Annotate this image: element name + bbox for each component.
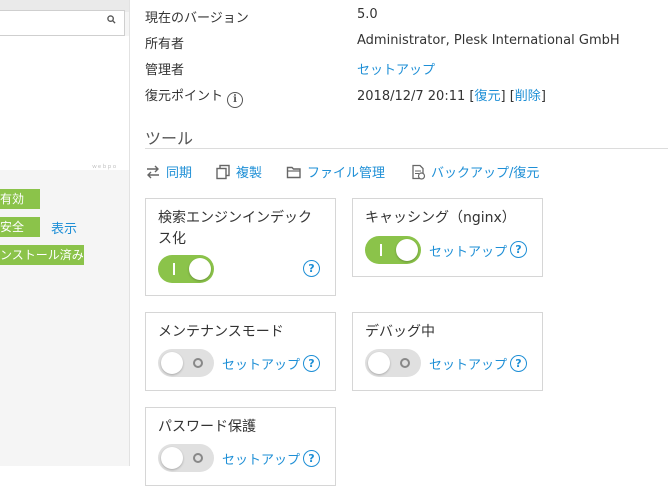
toggle-knob [368,352,390,374]
search-icon[interactable] [107,15,116,27]
indexing-toggle[interactable] [158,255,214,283]
password-toggle[interactable] [158,444,214,472]
left-content-area [0,36,129,170]
backup-restore-button[interactable]: バックアップ/復元 [410,162,539,181]
folder-icon [286,164,302,180]
file-manager-button[interactable]: ファイル管理 [286,162,385,181]
toggle-on-mark [380,244,382,256]
restore-point-row: 復元ポイント i [145,85,244,108]
show-link[interactable]: 表示 [51,218,77,237]
backup-icon [410,164,426,180]
bracket-close: ] [540,89,546,104]
help-icon[interactable]: ? [510,355,527,372]
toggle-off-mark [193,358,203,368]
admin-label: 管理者 [145,63,185,78]
card-search-indexing: 検索エンジンインデックス化 ? [145,198,336,296]
delete-link[interactable]: 削除 [515,89,541,104]
admin-setup-link[interactable]: セットアップ [357,59,435,78]
card-password-protection: パスワード保護 セットアップ ? [145,407,336,486]
card-title: キャッシング（nginx） [365,210,516,226]
caching-setup-link[interactable]: セットアップ [429,241,507,260]
help-icon[interactable]: ? [303,260,320,277]
version-label: 現在のバージョン [145,11,249,26]
file-manager-label: ファイル管理 [307,166,386,181]
status-badge-secure: 安全 [0,217,40,237]
restore-date: 2018/12/7 20:11 [357,89,466,104]
sync-button[interactable]: 同期 [145,162,192,181]
toggle-off-mark [193,453,203,463]
card-caching: キャッシング（nginx） セットアップ ? [352,198,543,277]
toggle-knob [161,352,183,374]
maintenance-toggle[interactable] [158,349,214,377]
card-title: デバッグ中 [365,324,435,340]
left-panel: ｗｅｂｐｏ 有効 安全 表示 ンストール済み [0,0,130,466]
toggle-off-mark [400,358,410,368]
status-badge-installed: ンストール済み [0,245,84,265]
caching-toggle[interactable] [365,236,421,264]
help-icon[interactable]: ? [303,355,320,372]
help-icon[interactable]: ? [510,241,527,258]
backup-restore-label: バックアップ/復元 [431,166,540,181]
toggle-knob [189,258,211,280]
tools-section-title: ツール [145,129,194,148]
clone-button[interactable]: 複製 [215,162,262,181]
search-input[interactable] [0,10,125,36]
password-setup-link[interactable]: セットアップ [222,449,300,468]
section-divider [145,148,668,149]
help-icon[interactable]: ? [303,450,320,467]
card-title: メンテナンスモード [158,324,284,340]
owner-label: 所有者 [145,37,185,52]
restore-link[interactable]: 復元 [474,89,500,104]
toggle-on-mark [173,263,175,275]
version-value: 5.0 [357,7,378,22]
sync-icon [145,164,161,180]
debug-toggle[interactable] [365,349,421,377]
status-badge-enabled: 有効 [0,189,40,209]
maintenance-setup-link[interactable]: セットアップ [222,354,300,373]
card-maintenance-mode: メンテナンスモード セットアップ ? [145,312,336,391]
debug-setup-link[interactable]: セットアップ [429,354,507,373]
bracket-close: ] [500,89,506,104]
restore-point-label: 復元ポイント [145,89,224,104]
owner-value: Administrator, Plesk International GmbH [357,33,620,48]
restore-point-value: 2018/12/7 20:11 [復元] [削除] [357,85,546,104]
card-debugging: デバッグ中 セットアップ ? [352,312,543,391]
clone-label: 複製 [236,166,263,181]
info-icon[interactable]: i [227,92,244,108]
copy-icon [215,164,231,180]
sync-label: 同期 [166,166,193,181]
toggle-knob [396,239,418,261]
card-title: パスワード保護 [158,419,256,435]
left-tiny-text: ｗｅｂｐｏ [91,164,117,170]
card-title: 検索エンジンインデックス化 [158,210,312,247]
